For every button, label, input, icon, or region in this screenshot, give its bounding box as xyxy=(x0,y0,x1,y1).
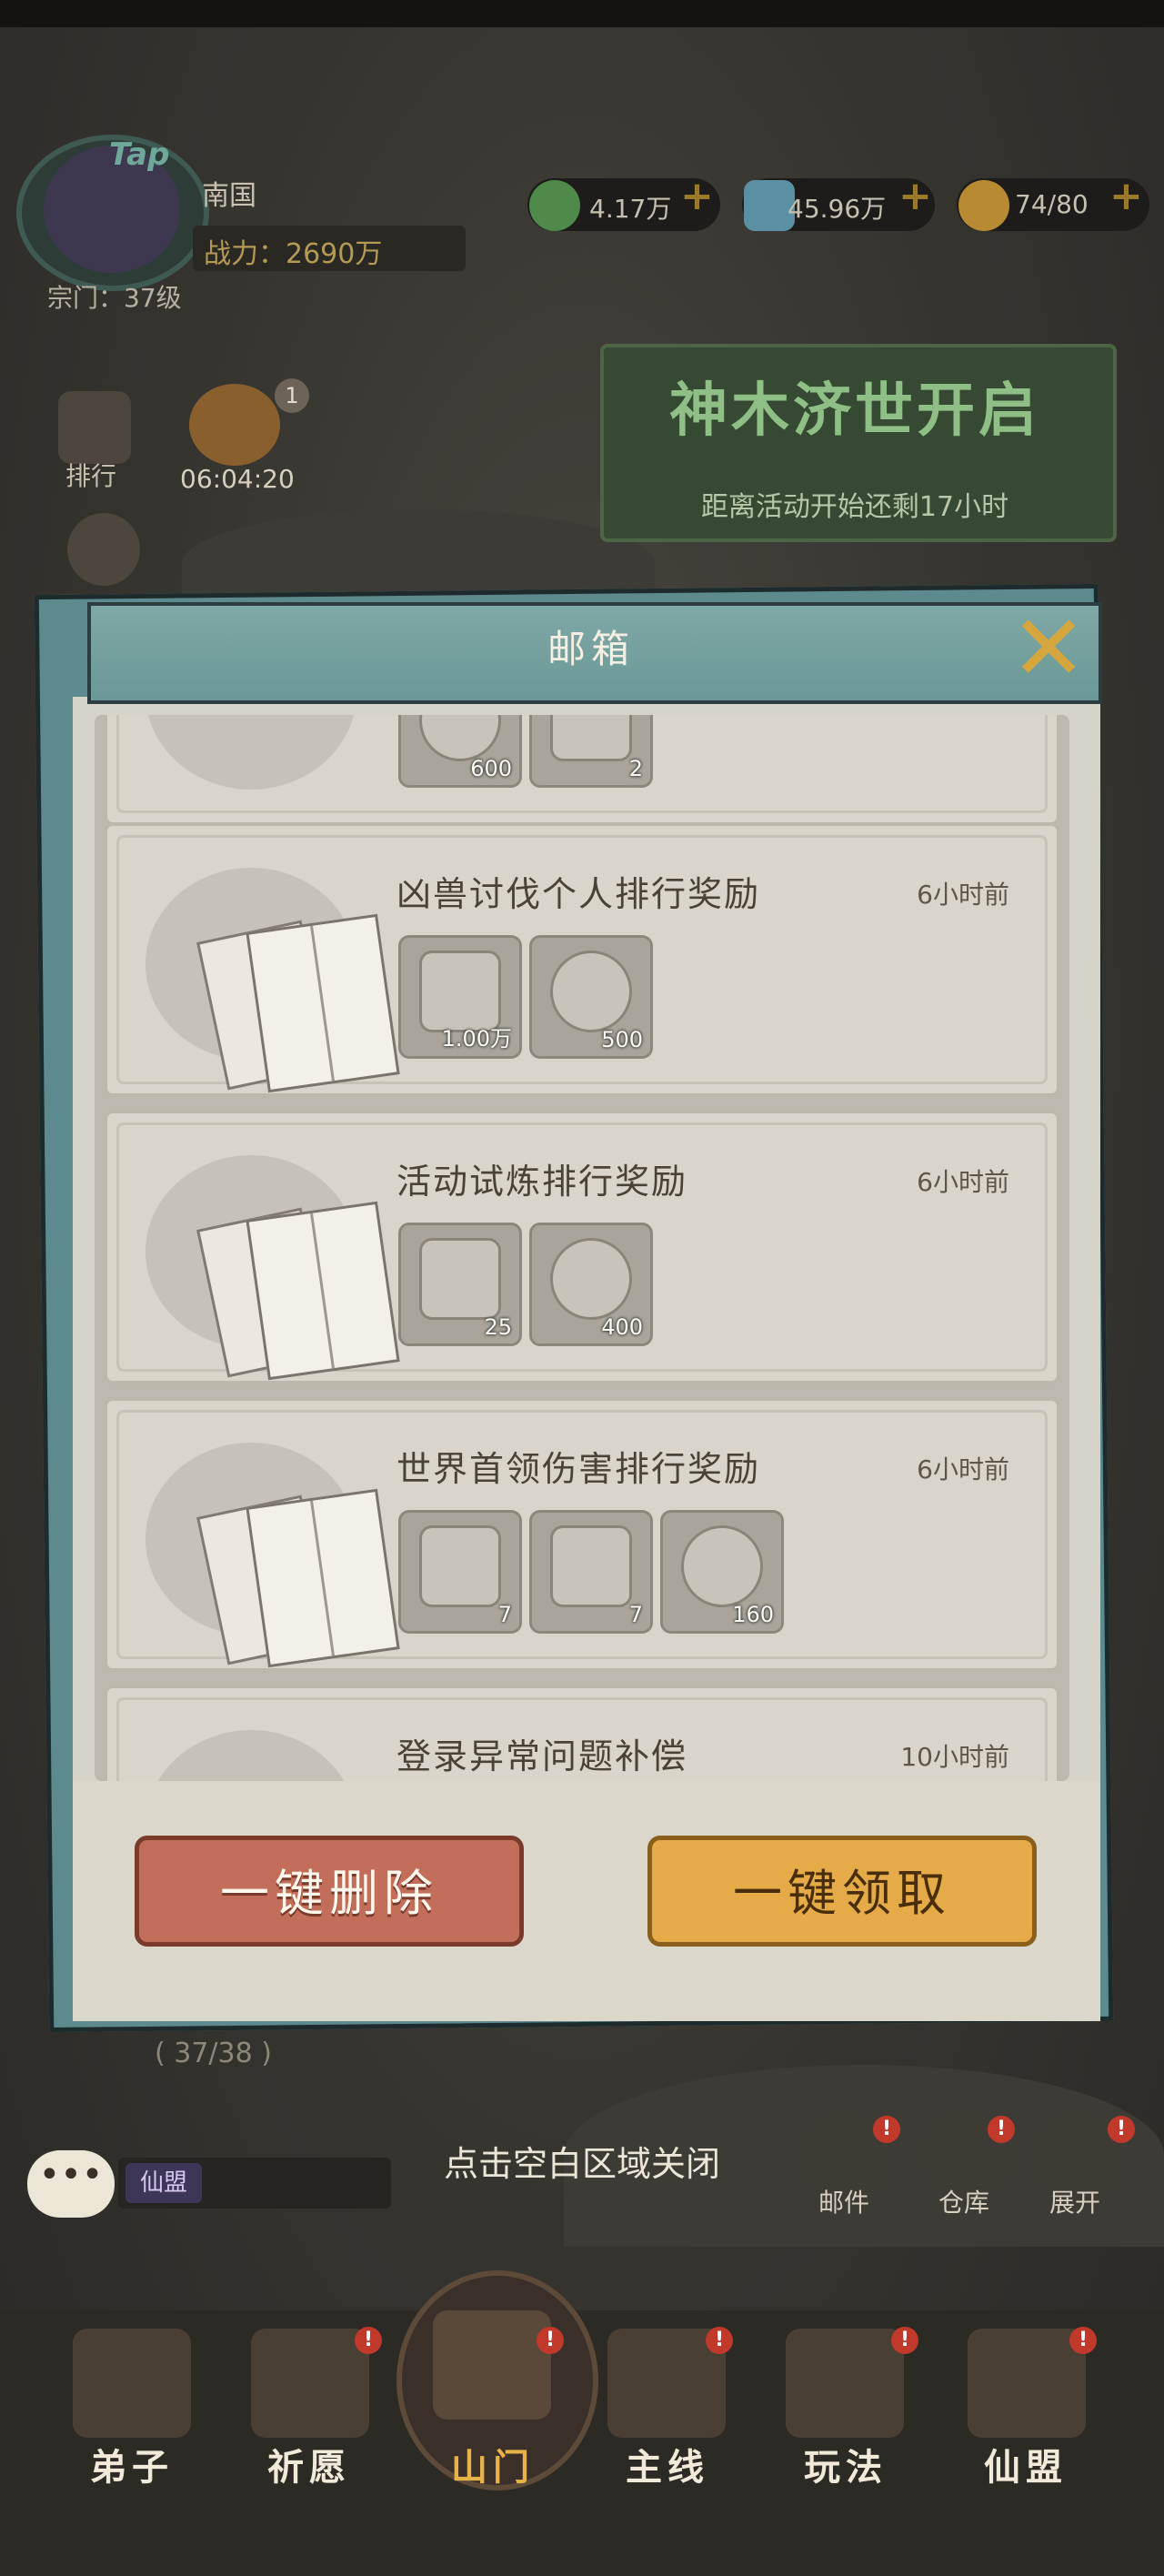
gift-bag-icon[interactable] xyxy=(189,384,280,466)
mail-card[interactable]: 登录异常问题补偿 10小时前 xyxy=(104,1685,1060,1781)
gameplay-icon[interactable] xyxy=(786,2329,904,2438)
quest-alert-badge: ! xyxy=(706,2327,733,2354)
close-button[interactable]: ✕ xyxy=(998,599,1099,699)
claim-all-button[interactable]: 一键领取 xyxy=(647,1836,1037,1947)
reward-item[interactable]: 2 xyxy=(529,715,653,788)
token-box-icon xyxy=(419,1238,501,1320)
reward-item[interactable]: 400 xyxy=(529,1223,653,1346)
resource-value: 45.96万 xyxy=(788,194,887,224)
expand-label: 展开 xyxy=(1049,2188,1101,2218)
event-title: 神木济世开启 xyxy=(669,377,1040,445)
tap-badge: Tap xyxy=(109,136,170,173)
scroll-tablet-icon xyxy=(419,1525,501,1607)
mail-alert-badge: ! xyxy=(873,2116,900,2143)
chest-icon xyxy=(550,715,632,761)
mail-card[interactable]: 凶兽讨伐个人排行奖励 6小时前 1.00万 500 xyxy=(104,822,1060,1097)
warehouse-label: 仓库 xyxy=(938,2188,990,2218)
copper-coin-icon xyxy=(550,1238,632,1320)
reward-item[interactable]: 1.00万 xyxy=(398,935,522,1059)
nav-gameplay[interactable]: 玩法 xyxy=(764,2438,928,2490)
item-count: 7 xyxy=(628,1602,643,1627)
wish-alert-badge: ! xyxy=(355,2327,382,2354)
mail-card[interactable]: 活动试炼排行奖励 6小时前 25 400 xyxy=(104,1110,1060,1384)
mail-letter-icon xyxy=(146,868,400,1093)
mail-list[interactable]: 600 2 凶兽讨伐个人排行奖励 6小时前 1.00万 500 活动试炼排行奖励… xyxy=(95,715,1069,1781)
gift-timer: 06:04:20 xyxy=(180,464,295,494)
item-count: 160 xyxy=(732,1602,774,1627)
item-count: 400 xyxy=(601,1314,643,1340)
mail-title: 凶兽讨伐个人排行奖励 xyxy=(396,874,761,914)
mountain-gate-icon[interactable] xyxy=(433,2310,551,2420)
reward-item[interactable]: 500 xyxy=(529,935,653,1059)
mail-time: 6小时前 xyxy=(917,1454,1009,1484)
nav-alliance[interactable]: 仙盟 xyxy=(944,2438,1108,2490)
player-power: 战力：2690万 xyxy=(204,238,383,270)
item-count: 500 xyxy=(601,1027,643,1052)
ranking-icon[interactable] xyxy=(58,391,131,464)
warehouse-alert-badge: ! xyxy=(988,2116,1015,2143)
copper-coin-icon xyxy=(550,951,632,1032)
stamina-gourd-icon xyxy=(958,180,1009,231)
mail-card[interactable]: 世界首领伤害排行奖励 6小时前 7 7 160 xyxy=(104,1397,1060,1672)
gate-alert-badge: ! xyxy=(537,2327,564,2354)
nav-mountain-gate[interactable]: 山门 xyxy=(411,2438,575,2490)
reward-item[interactable]: 7 xyxy=(529,1510,653,1634)
nav-disciple[interactable]: 弟子 xyxy=(50,2438,214,2490)
modal-title: 邮箱 xyxy=(547,627,635,671)
item-count: 2 xyxy=(628,756,643,781)
delete-all-button[interactable]: 一键删除 xyxy=(135,1836,524,1947)
ranking-label: 排行 xyxy=(65,461,117,491)
nav-main-quest[interactable]: 主线 xyxy=(586,2438,749,2490)
item-count: 7 xyxy=(497,1602,512,1627)
item-count: 600 xyxy=(470,756,512,781)
add-stamina-button[interactable]: + xyxy=(1109,173,1143,219)
gift-badge: 1 xyxy=(275,378,309,413)
item-count: 1.00万 xyxy=(441,1026,512,1052)
mail-time: 6小时前 xyxy=(917,1167,1009,1197)
resource-value: 4.17万 xyxy=(589,194,672,224)
close-icon: ✕ xyxy=(1010,595,1087,701)
mail-time: 6小时前 xyxy=(917,880,1009,910)
reward-item[interactable]: 600 xyxy=(398,715,522,788)
mail-title: 登录异常问题补偿 xyxy=(396,1736,688,1776)
ore-icon xyxy=(681,1525,763,1607)
wish-icon[interactable] xyxy=(251,2329,369,2438)
mail-label: 邮件 xyxy=(818,2188,870,2218)
status-bar xyxy=(0,0,1164,27)
chat-channel-tag[interactable]: 仙盟 xyxy=(125,2163,202,2203)
chat-bubble-icon: ••• xyxy=(38,2154,104,2196)
treasure-chest-icon xyxy=(550,1525,632,1607)
add-jade-button[interactable]: + xyxy=(680,173,714,219)
progress-text: ( 37/38 ) xyxy=(155,2038,272,2069)
resource-value: 74/80 xyxy=(1015,189,1089,219)
coin-icon xyxy=(419,715,501,761)
add-stone-button[interactable]: + xyxy=(898,173,932,219)
mail-letter-icon xyxy=(146,1443,400,1668)
expand-alert-badge: ! xyxy=(1108,2116,1135,2143)
nav-wish[interactable]: 祈愿 xyxy=(227,2438,391,2490)
sect-level: 宗门：37级 xyxy=(47,283,182,313)
gameplay-alert-badge: ! xyxy=(891,2327,918,2354)
alliance-alert-badge: ! xyxy=(1069,2327,1097,2354)
mail-title: 活动试炼排行奖励 xyxy=(396,1162,688,1202)
reward-item[interactable]: 25 xyxy=(398,1223,522,1346)
reward-item[interactable]: 7 xyxy=(398,1510,522,1634)
event-countdown: 距离活动开始还剩17小时 xyxy=(700,491,1009,523)
mail-card-partial[interactable]: 600 2 xyxy=(104,715,1060,826)
mail-time: 10小时前 xyxy=(900,1742,1009,1772)
jade-coin-icon xyxy=(529,180,580,231)
mail-letter-icon xyxy=(146,1155,400,1381)
disciple-icon[interactable] xyxy=(73,2329,191,2438)
sect-master-icon[interactable] xyxy=(67,513,140,586)
alliance-icon[interactable] xyxy=(968,2329,1086,2438)
mail-title: 世界首领伤害排行奖励 xyxy=(396,1449,761,1489)
item-count: 25 xyxy=(484,1314,512,1340)
player-name: 南国 xyxy=(202,180,256,212)
reward-item[interactable]: 160 xyxy=(660,1510,784,1634)
